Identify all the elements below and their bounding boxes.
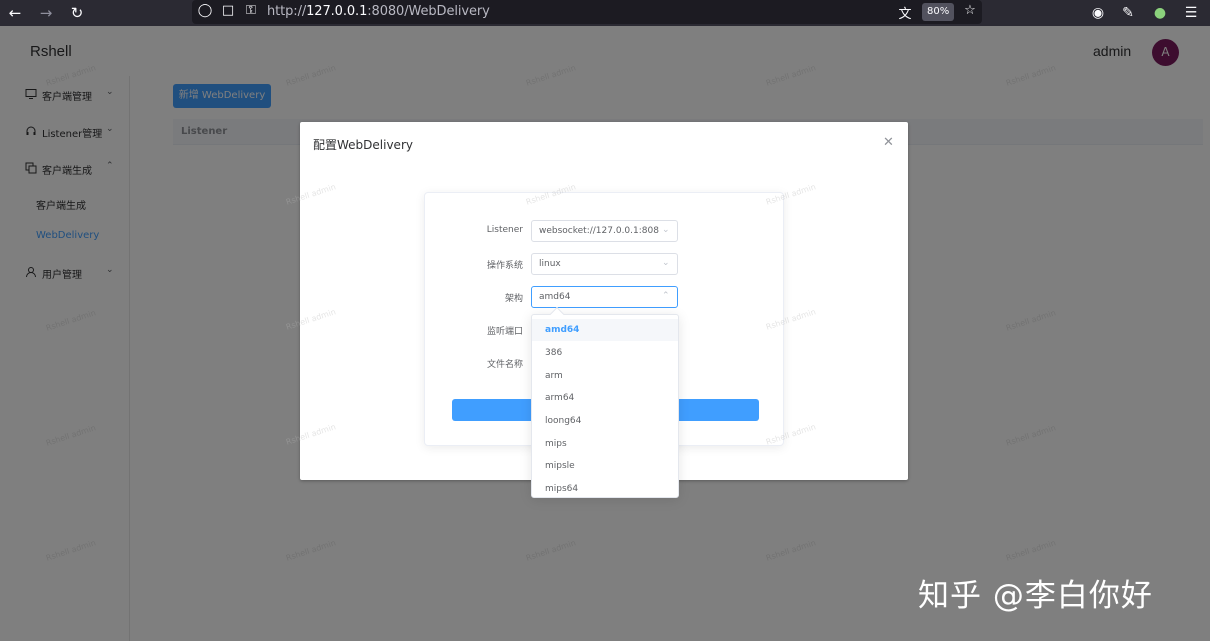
extensions-icon[interactable]: ✎: [1117, 2, 1139, 24]
profile-icon[interactable]: ●: [1149, 2, 1171, 24]
arch-label: 架构: [504, 294, 523, 304]
chevron-down-icon: ⌄: [662, 258, 670, 268]
back-icon[interactable]: ←: [4, 2, 26, 24]
option-label: mips: [545, 439, 567, 449]
url-path: :8080/WebDelivery: [367, 4, 490, 19]
account-icon[interactable]: ◉: [1087, 2, 1109, 24]
port-label: 监听端口: [486, 327, 523, 337]
forward-icon[interactable]: →: [35, 2, 57, 24]
arch-select[interactable]: amd64 ⌃: [531, 286, 678, 308]
arch-option[interactable]: mips: [532, 433, 678, 455]
menu-icon[interactable]: ☰: [1180, 2, 1202, 24]
option-label: mips64: [545, 484, 579, 494]
bookmark-star-icon[interactable]: ☆: [961, 3, 979, 18]
arch-option[interactable]: amd64: [532, 319, 678, 341]
close-icon[interactable]: ✕: [883, 135, 894, 150]
option-label: amd64: [545, 325, 580, 335]
os-select[interactable]: linux ⌄: [531, 253, 678, 275]
os-value: linux: [539, 259, 561, 269]
listener-label: Listener: [486, 225, 523, 235]
translate-icon[interactable]: 文: [896, 3, 914, 22]
listener-value: websocket://127.0.0.1:8083: [539, 226, 659, 236]
arch-value: amd64: [539, 292, 571, 302]
option-label: mipsle: [545, 461, 575, 471]
key-icon[interactable]: ⚿: [242, 3, 260, 18]
option-label: arm: [545, 371, 563, 381]
url-host: 127.0.0.1: [306, 4, 368, 19]
url-scheme: http://: [267, 4, 307, 19]
zhihu-watermark: 知乎 @李白你好: [918, 578, 1153, 614]
arch-dropdown: amd64 386 arm arm64 loong64 mips mipsle …: [531, 306, 679, 500]
reload-icon[interactable]: ↻: [66, 2, 88, 24]
browser-toolbar: ← → ↻ ◯ □ ⚿ http://127.0.0.1:8080/WebDel…: [0, 0, 1210, 26]
chevron-up-icon: ⌃: [662, 291, 670, 301]
arch-option[interactable]: loong64: [532, 410, 678, 432]
filename-label: 文件名称: [486, 360, 523, 370]
option-label: loong64: [545, 416, 582, 426]
arch-option[interactable]: arm: [532, 365, 678, 387]
page-icon[interactable]: □: [219, 3, 237, 18]
url-text[interactable]: http://127.0.0.1:8080/WebDelivery: [267, 4, 490, 19]
option-label: 386: [545, 348, 563, 358]
zoom-level[interactable]: 80%: [922, 3, 955, 21]
listener-select[interactable]: websocket://127.0.0.1:8083 ⌄: [531, 220, 678, 242]
option-label: arm64: [545, 393, 575, 403]
arch-option[interactable]: mipsle: [532, 455, 678, 477]
chevron-down-icon: ⌄: [662, 225, 670, 235]
dialog-title: 配置WebDelivery: [313, 138, 413, 152]
address-bar[interactable]: ◯ □ ⚿ http://127.0.0.1:8080/WebDelivery …: [192, 0, 982, 24]
shield-icon[interactable]: ◯: [196, 3, 214, 18]
os-label: 操作系统: [486, 261, 523, 271]
arch-option[interactable]: mips64: [532, 478, 678, 500]
arch-option[interactable]: arm64: [532, 387, 678, 409]
arch-option[interactable]: 386: [532, 342, 678, 364]
